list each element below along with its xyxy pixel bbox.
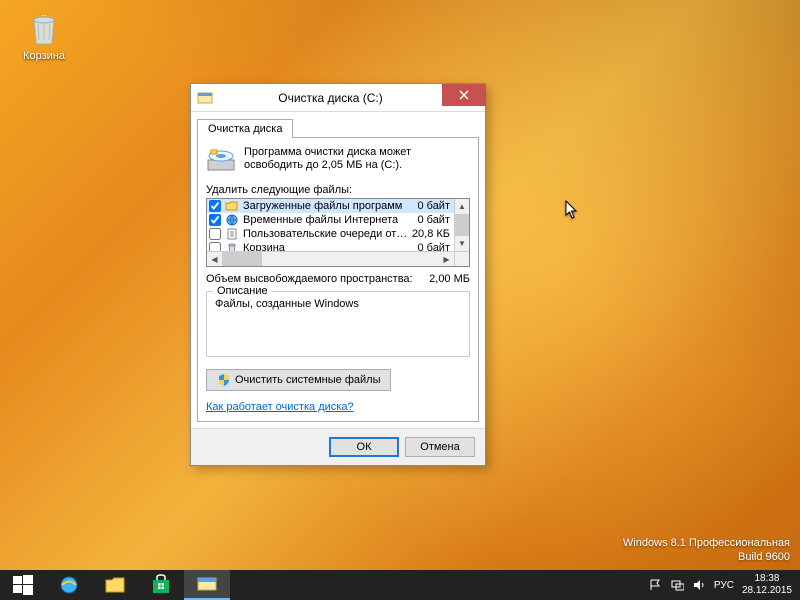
folder-icon: [103, 574, 127, 596]
taskbar: РУС 18:38 28.12.2015: [0, 570, 800, 600]
recycle-bin-small-icon: [225, 241, 239, 251]
store-icon: [149, 574, 173, 596]
list-item[interactable]: Корзина 0 байт: [207, 241, 454, 251]
vertical-scrollbar[interactable]: ▲ ▼: [454, 199, 469, 251]
dialog-titlebar[interactable]: Очистка диска (C:): [191, 84, 485, 112]
dialog-title: Очистка диска (C:): [219, 91, 442, 105]
folder-icon: [225, 199, 239, 213]
description-text: Файлы, созданные Windows: [215, 298, 461, 348]
taskbar-clock[interactable]: 18:38 28.12.2015: [742, 573, 792, 597]
dialog-footer: ОК Отмена: [191, 428, 485, 465]
disk-cleanup-icon: [195, 573, 219, 595]
item-checkbox[interactable]: [209, 242, 221, 251]
tab-panel: Программа очистки диска может освободить…: [197, 137, 479, 422]
tab-cleanup[interactable]: Очистка диска: [197, 119, 293, 138]
start-button[interactable]: [0, 570, 46, 600]
scroll-thumb[interactable]: [222, 252, 262, 266]
horizontal-scrollbar[interactable]: ◀ ▶: [207, 251, 454, 266]
taskbar-store[interactable]: [138, 570, 184, 600]
desktop-icon-label: Корзина: [8, 50, 80, 62]
globe-icon: [225, 213, 239, 227]
list-item[interactable]: Пользовательские очереди отчетов … 20,8 …: [207, 227, 454, 241]
scroll-left-arrow[interactable]: ◀: [207, 252, 222, 266]
disk-icon: [206, 146, 236, 176]
file-list: Загруженные файлы программ 0 байт Времен…: [206, 198, 470, 267]
scroll-thumb[interactable]: [455, 214, 469, 236]
description-legend: Описание: [213, 285, 272, 297]
volume-icon[interactable]: [692, 578, 706, 592]
windows-logo-icon: [13, 575, 33, 595]
tab-strip: Очистка диска: [191, 112, 485, 137]
disk-cleanup-dialog: Очистка диска (C:) Очистка диска Програм…: [190, 83, 486, 466]
shield-icon: [217, 373, 231, 387]
ok-button[interactable]: ОК: [329, 437, 399, 457]
description-fieldset: Описание Файлы, созданные Windows: [206, 291, 470, 357]
total-space-label: Объем высвобождаемого пространства:: [206, 273, 413, 285]
ie-icon: [57, 574, 81, 596]
list-item[interactable]: Временные файлы Интернета 0 байт: [207, 213, 454, 227]
report-icon: [225, 227, 239, 241]
total-space-value: 2,00 МБ: [429, 273, 470, 285]
language-indicator[interactable]: РУС: [714, 580, 734, 591]
clean-system-files-button[interactable]: Очистить системные файлы: [206, 369, 391, 391]
windows-watermark: Windows 8.1 Профессиональная Build 9600: [623, 536, 790, 564]
scroll-right-arrow[interactable]: ▶: [439, 252, 454, 266]
scroll-down-arrow[interactable]: ▼: [455, 236, 469, 251]
taskbar-explorer[interactable]: [92, 570, 138, 600]
taskbar-ie[interactable]: [46, 570, 92, 600]
item-checkbox[interactable]: [209, 200, 221, 212]
flag-icon[interactable]: [648, 578, 662, 592]
taskbar-disk-cleanup[interactable]: [184, 570, 230, 600]
item-checkbox[interactable]: [209, 214, 221, 226]
recycle-bin-icon: [24, 8, 64, 48]
close-button[interactable]: [442, 84, 486, 106]
cancel-button[interactable]: Отмена: [405, 437, 475, 457]
help-link[interactable]: Как работает очистка диска?: [206, 401, 354, 413]
mouse-cursor: [565, 200, 579, 220]
item-checkbox[interactable]: [209, 228, 221, 240]
scroll-up-arrow[interactable]: ▲: [455, 199, 469, 214]
system-tray: РУС 18:38 28.12.2015: [640, 570, 800, 600]
disk-cleanup-app-icon: [197, 90, 213, 106]
files-to-delete-label: Удалить следующие файлы:: [206, 184, 470, 196]
scroll-corner: [454, 251, 469, 266]
intro-text: Программа очистки диска может освободить…: [244, 146, 470, 176]
list-item[interactable]: Загруженные файлы программ 0 байт: [207, 199, 454, 213]
desktop-recycle-bin[interactable]: Корзина: [8, 8, 80, 62]
network-icon[interactable]: [670, 578, 684, 592]
